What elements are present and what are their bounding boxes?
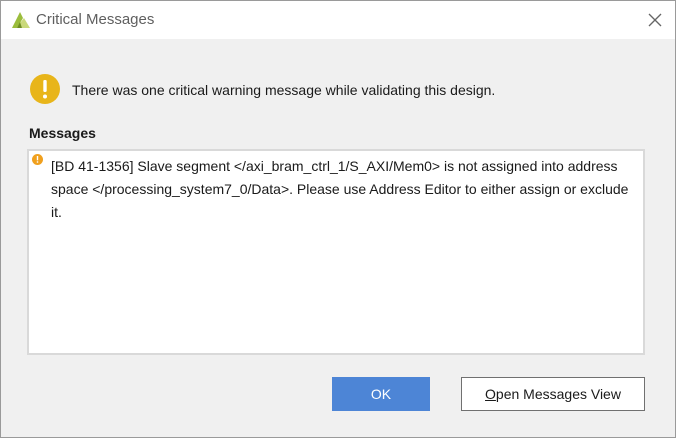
close-icon — [648, 13, 662, 27]
title-bar: Critical Messages — [1, 1, 675, 39]
open-button-mnemonic: O — [485, 386, 496, 402]
ok-button[interactable]: OK — [332, 377, 430, 411]
open-button-label: pen Messages View — [495, 386, 621, 402]
close-button[interactable] — [641, 7, 669, 33]
warning-icon — [30, 74, 60, 104]
open-messages-view-button[interactable]: Open Messages View — [461, 377, 645, 411]
critical-messages-dialog: Critical Messages There was one critical… — [0, 0, 676, 438]
message-text: [BD 41-1356] Slave segment </axi_bram_ct… — [51, 158, 629, 220]
window-title: Critical Messages — [36, 11, 155, 28]
messages-label: Messages — [29, 125, 96, 141]
critical-warning-icon — [32, 154, 43, 165]
messages-list[interactable]: [BD 41-1356] Slave segment </axi_bram_ct… — [27, 149, 645, 355]
summary-text: There was one critical warning message w… — [72, 82, 496, 98]
vivado-logo-icon — [12, 12, 30, 28]
